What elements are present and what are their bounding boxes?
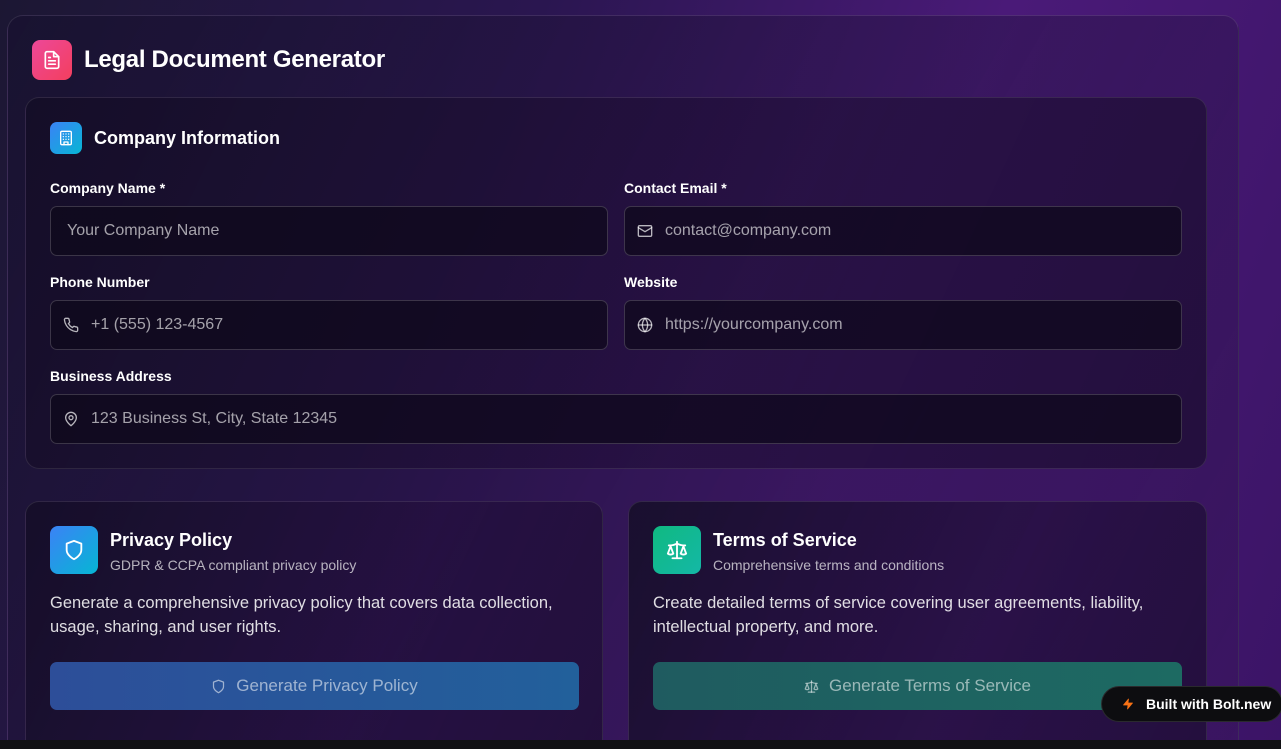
scale-icon — [804, 678, 820, 694]
address-field — [50, 394, 1182, 444]
privacy-policy-description: Generate a comprehensive privacy policy … — [50, 594, 553, 636]
page-header: Legal Document Generator — [32, 40, 385, 80]
generate-privacy-policy-button[interactable]: Generate Privacy Policy — [50, 662, 579, 710]
website-input[interactable] — [665, 301, 1181, 349]
generate-privacy-policy-label: Generate Privacy Policy — [236, 676, 418, 695]
company-card-title: Company Information — [94, 127, 281, 148]
contact-email-input[interactable] — [665, 207, 1181, 255]
built-with-bolt-badge[interactable]: Built with Bolt.new — [1101, 686, 1281, 722]
privacy-policy-card: Privacy Policy GDPR & CCPA compliant pri… — [25, 501, 603, 749]
bottom-strip — [0, 740, 1281, 749]
building-icon — [50, 122, 82, 154]
phone-icon — [63, 317, 79, 333]
built-with-bolt-label: Built with Bolt.new — [1146, 696, 1272, 712]
company-information-card: Company Information Company Name * Conta… — [25, 97, 1207, 469]
company-name-input[interactable] — [51, 207, 607, 255]
company-name-field — [50, 206, 608, 256]
page-title: Legal Document Generator — [84, 46, 385, 73]
address-input[interactable] — [91, 395, 1181, 443]
terms-of-service-title: Terms of Service — [713, 530, 857, 550]
mail-icon — [637, 223, 653, 239]
globe-icon — [637, 317, 653, 333]
shield-icon — [50, 526, 98, 574]
company-card-header: Company Information — [50, 122, 280, 154]
generate-terms-of-service-label: Generate Terms of Service — [829, 676, 1031, 695]
file-text-icon — [32, 40, 72, 80]
contact-email-label: Contact Email * — [624, 180, 727, 196]
zap-icon — [1122, 696, 1136, 712]
scale-icon — [653, 526, 701, 574]
website-field — [624, 300, 1182, 350]
terms-of-service-subtitle: Comprehensive terms and conditions — [713, 557, 945, 573]
website-label: Website — [624, 274, 678, 290]
phone-input[interactable] — [91, 301, 607, 349]
company-name-label: Company Name * — [50, 180, 166, 196]
contact-email-field — [624, 206, 1182, 256]
shield-icon — [211, 678, 227, 694]
map-pin-icon — [63, 411, 79, 427]
phone-field — [50, 300, 608, 350]
terms-of-service-description: Create detailed terms of service coverin… — [653, 594, 1144, 636]
privacy-policy-subtitle: GDPR & CCPA compliant privacy policy — [110, 557, 357, 573]
privacy-policy-title: Privacy Policy — [110, 530, 233, 550]
phone-label: Phone Number — [50, 274, 150, 290]
address-label: Business Address — [50, 368, 172, 384]
